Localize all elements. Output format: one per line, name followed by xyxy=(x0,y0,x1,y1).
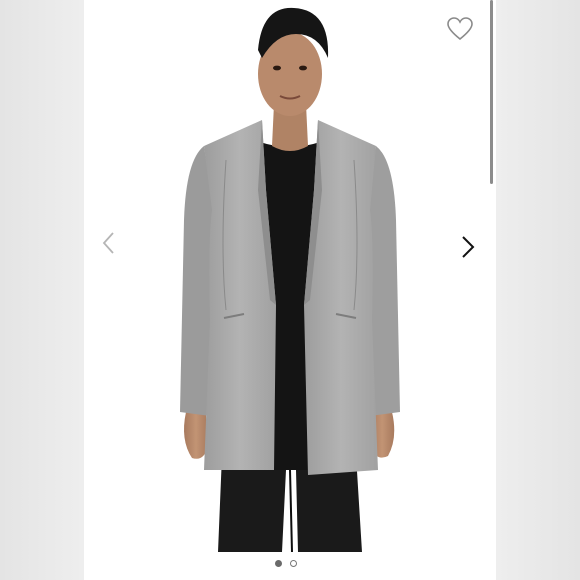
heart-outline-icon xyxy=(447,17,473,41)
pagination-dot-2[interactable] xyxy=(290,560,297,567)
previous-image-button[interactable] xyxy=(98,230,120,256)
pagination-dot-1[interactable] xyxy=(275,560,282,567)
chevron-right-icon xyxy=(462,236,475,258)
product-photo[interactable] xyxy=(84,0,490,552)
favorite-button[interactable] xyxy=(446,16,474,42)
model-head xyxy=(258,7,329,116)
right-side-panel xyxy=(496,0,580,580)
image-scrollbar[interactable] xyxy=(490,0,493,184)
left-side-panel xyxy=(0,0,84,580)
image-pagination xyxy=(275,560,297,567)
chevron-left-icon xyxy=(102,232,114,254)
next-image-button[interactable] xyxy=(457,234,479,260)
